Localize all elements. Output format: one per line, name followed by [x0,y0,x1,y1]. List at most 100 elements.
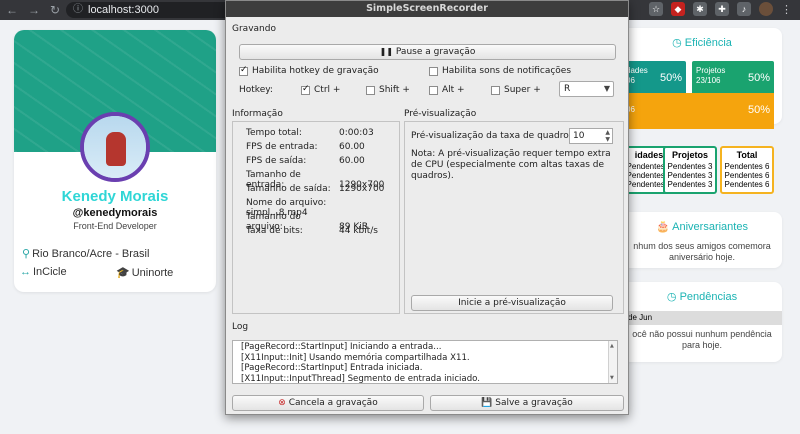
clock-icon: ◷ [666,291,677,303]
pendencies-text-line: para hoje. [681,340,723,350]
pendencies-text-line: ocê não possui nunhum pendência [632,329,772,339]
profile-handle: @kenedymorais [72,207,158,219]
preview-section-label: Pré-visualização [404,109,477,119]
pendencies-title: ◷ Pendências [622,290,782,303]
info-row: Tamanho de saída: 1290x700 [246,184,384,194]
efficiency-box-label: dades [626,66,648,75]
hotkey-key-select[interactable]: R ▼ [559,81,614,97]
efficiency-box-pct: 50% [659,72,682,84]
birthdays-text-line: aniversário hoje. [668,252,736,262]
info-value: 0:00:03 [339,128,374,138]
location-pin-icon: ⚲ [22,248,31,260]
cancel-recording-label: Cancela a gravação [288,398,378,408]
recording-section-label: Gravando [232,24,276,34]
info-row: FPS de saída: 60.00 [246,156,365,166]
alt-label: Alt + [442,85,465,95]
profile-avatar-icon[interactable] [759,2,773,16]
reload-icon[interactable]: ↻ [50,3,60,17]
birthdays-text-line: nhum dos seus amigos comemora [633,241,771,251]
pending-box-row: Pendentes 3 [667,162,713,171]
pending-box-projects: Projetos Pendentes 3 Pendentes 3 Pendent… [663,146,717,194]
profile-school-text: Uninorte [131,267,174,279]
checkbox-box[interactable] [366,85,375,95]
extensions-area: ☆ ◆ ✱ ✚ ♪ ⋮ [649,2,792,16]
save-recording-label: Salve a gravação [495,398,573,408]
checkbox-box[interactable] [239,65,248,76]
cancel-icon: ⊗ [278,398,286,408]
log-output[interactable]: [PageRecord::StartInput] Iniciando a ent… [232,340,618,384]
log-scrollbar[interactable] [608,341,617,383]
pending-box-total: Total Pendentes 6 Pendentes 6 Pendentes … [720,146,774,194]
lock-icon[interactable]: ✱ [693,2,707,16]
music-icon[interactable]: ♪ [737,2,751,16]
ctrl-checkbox[interactable]: Ctrl + [301,84,341,95]
pause-button-label: Pause a gravação [395,47,476,57]
recorder-window: SimpleScreenRecorder Gravando ❚❚ Pause a… [225,0,629,415]
menu-dots-icon[interactable]: ⋮ [781,3,792,16]
efficiency-title-text: Eficiência [684,37,732,49]
puzzle-icon[interactable]: ✚ [715,2,729,16]
ctrl-label: Ctrl + [314,85,341,95]
efficiency-box-activities: dades 06 50% [622,61,686,95]
window-title[interactable]: SimpleScreenRecorder [226,1,628,17]
checkbox-box[interactable] [429,85,438,95]
pause-button[interactable]: ❚❚ Pause a gravação [239,44,616,60]
profile-school: 🎓 Uninorte [116,266,173,279]
cake-icon: 🎂 [656,221,670,233]
hotkey-key-value: R [564,84,571,94]
log-line: [PageRecord::StartInput] Entrada iniciad… [241,363,423,373]
save-icon: 💾 [481,398,493,408]
info-key: FPS de entrada: [246,142,318,152]
checkbox-box[interactable] [429,66,438,76]
checkbox-box[interactable] [491,85,500,95]
birthdays-title-text: Aniversariantes [672,221,748,233]
pending-box-row: Pendentes 6 [724,180,770,189]
cancel-recording-button[interactable]: ⊗ Cancela a gravação [232,395,424,411]
checkbox-box[interactable] [301,84,310,95]
start-preview-button[interactable]: Inicie a pré-visualização [411,295,613,311]
info-row: FPS de entrada: 60.00 [246,142,365,152]
birthdays-title: 🎂 Aniversariantes [622,220,782,233]
arrows-icon: ↔ [20,266,31,278]
avatar [80,112,150,182]
chevron-down-icon: ▼ [603,84,610,93]
super-checkbox[interactable]: Super + [491,85,541,95]
efficiency-title: ◷ Eficiência [622,36,782,49]
log-section-label: Log [232,322,249,332]
info-value: 44 kbit/s [339,226,378,236]
pending-box-title: Total [736,150,758,160]
pending-box-row: Pendentes 3 [667,180,713,189]
alt-checkbox[interactable]: Alt + [429,85,465,95]
profile-card: Kenedy Morais @kenedymorais Front-End De… [14,30,216,292]
preview-rate-spinbox[interactable]: 10 ▲ ▼ [569,128,613,144]
save-recording-button[interactable]: 💾 Salve a gravação [430,395,624,411]
shift-checkbox[interactable]: Shift + [366,85,410,95]
forward-icon[interactable]: → [28,3,40,17]
profile-location-text: Rio Branco/Acre - Brasil [32,248,150,260]
sound-enable-label: Habilita sons de notificações [442,66,572,76]
sound-enable-checkbox[interactable]: Habilita sons de notificações [429,66,571,76]
spin-arrows-icon[interactable]: ▲ ▼ [605,129,610,143]
log-line: [X11Input::Init] Usando memória comparti… [241,352,470,363]
info-value: 1290x700 [339,184,385,194]
profile-name: Kenedy Morais [61,188,169,205]
hotkey-enable-checkbox[interactable]: Habilita hotkey de gravação [239,65,379,76]
profile-role: Front-End Developer [73,221,157,231]
info-panel: Tempo total: 0:00:03 FPS de entrada: 60.00… [232,121,400,314]
efficiency-box-pct: 50% [747,72,770,84]
info-row: Taxa de bits: 44 kbit/s [246,226,378,236]
preview-rate-label: Pré-visualização da taxa de quadros: [411,131,577,141]
pending-box-row: Pendentes 6 [724,162,770,171]
info-icon[interactable]: ⓘ [73,2,83,18]
log-line: [PageRecord::StartInput] Iniciando a ent… [241,342,442,352]
birthdays-card: 🎂 Aniversariantes nhum dos seus amigos c… [622,212,782,268]
graduation-cap-icon: 🎓 [116,267,130,279]
extension-icon[interactable]: ◆ [671,2,685,16]
back-icon[interactable]: ← [6,3,18,17]
profile-company: ↔ InCicle [20,266,67,278]
star-icon[interactable]: ☆ [649,2,663,16]
pendencies-text: ocê não possui nunhum pendência para hoje… [622,329,782,351]
hotkey-enable-label: Habilita hotkey de gravação [252,66,379,76]
efficiency-box-projects: Projetos 23/106 50% [692,61,774,95]
birthdays-text: nhum dos seus amigos comemora aniversário… [622,241,782,263]
